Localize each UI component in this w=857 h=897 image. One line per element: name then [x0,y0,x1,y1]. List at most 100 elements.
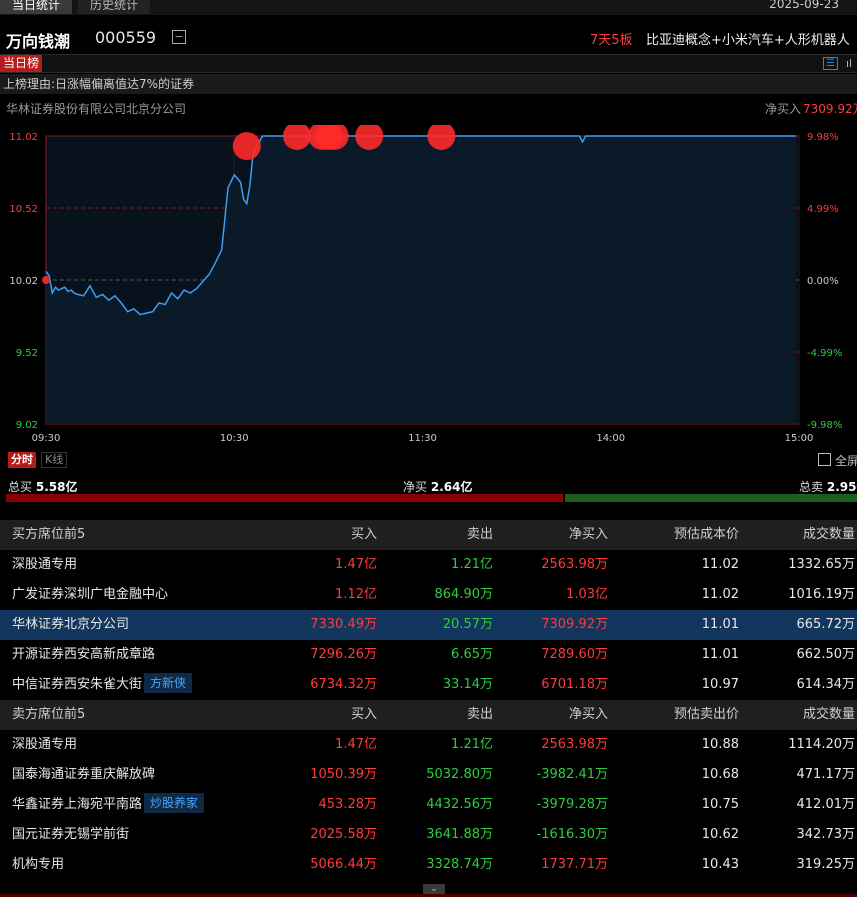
tab-kline[interactable]: K线 [41,452,68,468]
buy-amount: 6734.32万 [310,670,377,700]
buy-table-row[interactable]: 开源证券西安高新成章路 7296.26万 6.65万 7289.60万 11.01 662… [0,640,857,670]
cell-text: 1.21亿 [451,737,493,752]
trade-marker [232,132,261,161]
net-buy: -3982.41万 [537,760,608,790]
concept-tags[interactable]: 比亚迪概念+小米汽车+人形机器人 [646,29,850,48]
volume: 471.17万 [797,760,856,790]
sell-table-row[interactable]: 华鑫证券上海宛平南路 炒股养家 453.28万 4432.56万 -3979.28万 10… [0,790,857,820]
cell-text: 412.01万 [796,797,856,812]
intraday-price-chart[interactable]: 11.02 9.98% 10.52 4.99% 10.02 0.00% 9.52 -4.99%… [0,125,857,447]
cell-text: 614.34万 [796,677,856,692]
cell-text: 1050.39万 [310,767,377,782]
cell-text: 10.75 [701,797,739,812]
cell-text: 开源证券西安高新成章路 [12,647,156,662]
sell-table-row[interactable]: 国元证券无锡学前街 2025.58万 3641.88万 -1616.30万 10.62 3… [0,820,857,850]
net-buy: 7289.60万 [541,640,608,670]
buy-table-row[interactable]: 深股通专用 1.47亿 1.21亿 2563.98万 11.02 1332.65万 [0,550,857,580]
bar-view-icon[interactable]: ıl [846,57,852,70]
est-price: 11.02 [702,550,739,580]
sell-amount: 6.65万 [451,640,493,670]
sell-header-col-0: 卖方席位前5 [12,707,86,722]
cell-text: 1.21亿 [451,557,493,572]
buy-amount: 7330.49万 [310,610,377,640]
cell-text: 华林证券北京分公司 [12,617,130,632]
cell-text: 342.73万 [796,827,856,842]
total-buy-label: 总买 [8,480,33,494]
cell-text: 33.14万 [442,677,493,692]
volume: 662.50万 [797,640,856,670]
buy-ratio-bar [6,494,563,502]
buy-header-col-1[interactable]: 买入 [351,520,377,550]
net-buy: 7309.92万 [541,610,608,640]
x-tick-label: 10:30 [220,433,249,444]
cell-text: 11.02 [701,587,739,602]
sell-header-col-4[interactable]: 预估卖出价 [674,700,739,730]
sell-header-col-5[interactable]: 成交数量 [803,700,855,730]
buy-table-row[interactable]: 中信证券西安朱雀大街 方新侠 6734.32万 33.14万 6701.18万 10.97… [0,670,857,700]
fullscreen-label: 全屏 [835,454,857,468]
cell-text: 471.17万 [796,767,856,782]
net-buy: -3979.28万 [537,790,608,820]
buy-header-col-3[interactable]: 净买入 [569,520,608,550]
cell-text: 6701.18万 [541,677,608,692]
sell-amount: 5032.80万 [426,760,493,790]
cell-text: 深股通专用 [12,737,78,752]
sell-amount: 1.21亿 [451,550,493,580]
broker-name: 机构专用 [12,850,64,880]
y2-tick-label: -4.99% [807,348,842,359]
tab-daily-list[interactable]: 当日榜 [0,55,43,72]
buy-header-col-4[interactable]: 预估成本价 [674,520,739,550]
cell-text: 1.47亿 [335,737,377,752]
net-buy-total-value: 2.64亿 [430,480,473,494]
sell-amount: 864.90万 [435,580,494,610]
buy-amount: 2025.58万 [310,820,377,850]
buy-header-col-0: 买方席位前5 [12,527,86,542]
minus-box-icon[interactable]: − [172,30,186,44]
limit-up-streak: 7天5板 [590,33,633,48]
cell-text: 5032.80万 [426,767,493,782]
est-price: 11.01 [702,640,739,670]
sell-table-row[interactable]: 机构专用 5066.44万 3328.74万 1737.71万 10.43 319.25万 [0,850,857,880]
est-price: 10.97 [702,670,739,700]
cell-text: 3641.88万 [426,827,493,842]
cell-text: -3979.28万 [536,797,608,812]
total-sell: 总卖 2.95亿 [799,478,857,495]
cell-text: 7289.60万 [541,647,608,662]
sell-table-header: 卖方席位前5 买入 卖出 净买入 预估卖出价 成交数量 [0,700,857,730]
cell-text: 10.62 [701,827,739,842]
sell-table-row[interactable]: 国泰海通证券重庆解放碑 1050.39万 5032.80万 -3982.41万 10.6… [0,760,857,790]
est-price: 11.02 [702,580,739,610]
tab-intraday[interactable]: 分时 [8,452,36,468]
tab-today-stats[interactable]: 当日统计 [0,0,73,14]
broker-name: 开源证券西安高新成章路 [12,640,155,670]
tab-history-stats[interactable]: 历史统计 [78,0,151,14]
sell-amount: 1.21亿 [451,730,493,760]
cell-text: 中信证券西安朱雀大街 [12,677,143,692]
selected-broker-name: 华林证券股份有限公司北京分公司 [6,102,187,116]
y-tick-label: 9.52 [16,348,38,359]
net-buy: 1737.71万 [541,850,608,880]
cell-text: 10.88 [701,737,739,752]
buy-table-row[interactable]: 华林证券北京分公司 7330.49万 20.57万 7309.92万 11.01 665.… [0,610,857,640]
chevron-down-icon[interactable]: ⌄ [423,884,445,894]
sell-header-col-2[interactable]: 卖出 [467,700,493,730]
cell-text: 10.97 [701,677,739,692]
list-view-icon[interactable]: ☰ [823,57,838,70]
buy-header-col-5[interactable]: 成交数量 [803,520,855,550]
cell-text: 国泰海通证券重庆解放碑 [12,767,156,782]
cell-text: 1.12亿 [335,587,377,602]
broker-name: 国元证券无锡学前街 [12,820,129,850]
buy-table-row[interactable]: 广发证券深圳广电金融中心 1.12亿 864.90万 1.03亿 11.02 1016.1… [0,580,857,610]
trader-tag[interactable]: 炒股养家 [144,793,205,813]
sell-header-col-1[interactable]: 买入 [351,700,377,730]
date-label: 2025-09-23 [769,0,839,11]
cell-text: 国元证券无锡学前街 [12,827,130,842]
est-price: 10.75 [702,790,739,820]
fullscreen-button[interactable]: 全屏 [818,452,857,469]
net-buy-value: 7309.92万 [803,102,857,116]
buy-header-col-2[interactable]: 卖出 [467,520,493,550]
cell-text: 6734.32万 [310,677,377,692]
sell-table-row[interactable]: 深股通专用 1.47亿 1.21亿 2563.98万 10.88 1114.20万 [0,730,857,760]
sell-header-col-3[interactable]: 净买入 [569,700,608,730]
trader-tag[interactable]: 方新侠 [144,673,193,693]
